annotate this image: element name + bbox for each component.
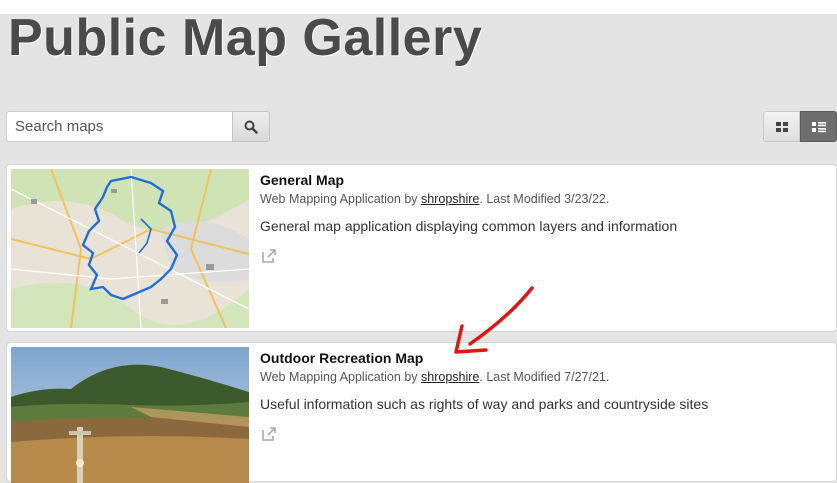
- item-by: by: [404, 192, 418, 206]
- item-thumbnail[interactable]: [11, 347, 249, 483]
- open-item-button[interactable]: [260, 247, 278, 265]
- owner-link[interactable]: shropshire: [421, 370, 479, 384]
- gallery-item: Outdoor Recreation Map Web Mapping Appli…: [6, 342, 837, 483]
- grid-view-button[interactable]: [763, 111, 800, 142]
- search-button[interactable]: [232, 111, 270, 142]
- item-meta: Web Mapping Application by shropshire. L…: [260, 369, 826, 385]
- item-type: Web Mapping Application: [260, 370, 401, 384]
- item-info: Outdoor Recreation Map Web Mapping Appli…: [260, 349, 826, 443]
- item-description: General map application displaying commo…: [260, 218, 678, 234]
- list-view-button[interactable]: [800, 111, 837, 142]
- page-title: Public Map Gallery: [8, 9, 483, 67]
- grid-view-icon: [775, 121, 788, 132]
- item-meta: Web Mapping Application by shropshire. L…: [260, 191, 826, 207]
- search-icon: [244, 120, 258, 134]
- gallery-item: General Map Web Mapping Application by s…: [6, 164, 837, 332]
- item-modified: . Last Modified 3/23/22.: [479, 192, 610, 206]
- item-title[interactable]: General Map: [260, 171, 826, 189]
- map-thumbnail-image: [11, 169, 249, 328]
- external-link-icon: [262, 249, 276, 263]
- item-by: by: [404, 370, 418, 384]
- list-view-icon: [811, 121, 826, 132]
- item-type: Web Mapping Application: [260, 192, 401, 206]
- item-thumbnail[interactable]: [11, 169, 249, 328]
- landscape-thumbnail-image: [11, 347, 249, 483]
- open-item-button[interactable]: [260, 425, 278, 443]
- item-modified: . Last Modified 7/27/21.: [479, 370, 610, 384]
- search-bar: [6, 111, 270, 142]
- view-toggle: [763, 111, 837, 142]
- item-description: Useful information such as rights of way…: [260, 396, 709, 412]
- owner-link[interactable]: shropshire: [421, 192, 479, 206]
- item-title[interactable]: Outdoor Recreation Map: [260, 349, 826, 367]
- external-link-icon: [262, 427, 276, 441]
- item-info: General Map Web Mapping Application by s…: [260, 171, 826, 265]
- search-input[interactable]: [6, 111, 232, 142]
